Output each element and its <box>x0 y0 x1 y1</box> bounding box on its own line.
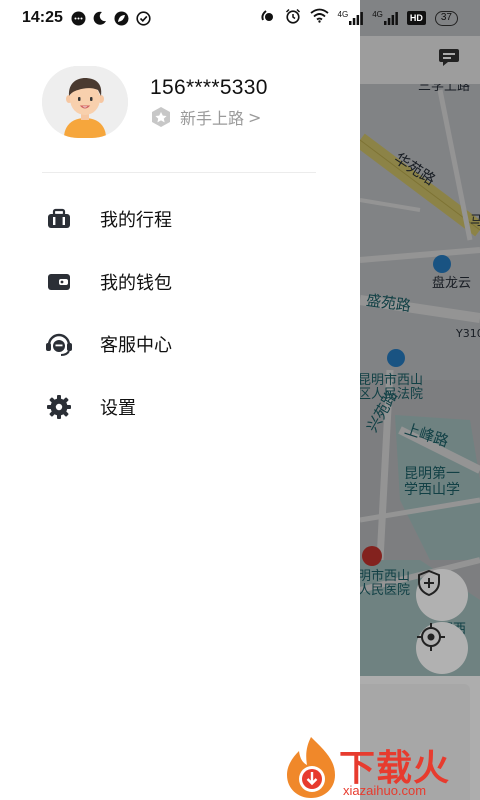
menu-label-wallet: 我的钱包 <box>100 272 172 294</box>
battery-indicator: 37 <box>434 10 458 26</box>
profile-divider <box>42 172 316 173</box>
gear-icon <box>44 392 74 422</box>
user-level-label: 新手上路 <box>180 109 245 128</box>
check-circle-icon <box>136 10 151 26</box>
watermark-url: xiazaihuo.com <box>343 783 427 798</box>
user-level[interactable]: 新手上路 > <box>150 106 261 128</box>
leaf-icon <box>114 11 129 26</box>
user-phone: 156****5330 <box>150 76 268 99</box>
headset-icon <box>44 329 74 359</box>
menu-item-settings[interactable]: 设置 <box>44 376 344 439</box>
status-bar: 14:25 4G 4G HD 37 <box>0 0 480 36</box>
signal-2-icon: 4G <box>372 11 398 25</box>
status-right-icons: 4G 4G HD 37 <box>260 0 458 36</box>
alarm-icon <box>285 8 301 29</box>
locate-button[interactable] <box>416 622 468 674</box>
status-time: 14:25 <box>22 9 63 26</box>
moon-icon <box>93 11 107 25</box>
avatar[interactable] <box>42 66 128 138</box>
signal-1-icon: 4G <box>338 11 364 25</box>
wifi-icon <box>309 8 329 28</box>
menu-item-trips[interactable]: 我的行程 <box>44 188 344 251</box>
drawer-menu: 我的行程 我的钱包 客服中心 设置 <box>44 188 344 438</box>
level-badge-icon <box>152 107 170 127</box>
chat-bubble-icon <box>71 11 86 26</box>
network-type-label-2: 4G <box>372 10 383 19</box>
suitcase-icon <box>44 204 74 234</box>
locate-icon <box>417 623 445 651</box>
nfc-icon <box>260 8 276 28</box>
flame-logo-icon <box>287 737 335 798</box>
menu-label-trips: 我的行程 <box>100 210 172 232</box>
menu-item-support[interactable]: 客服中心 <box>44 313 344 376</box>
watermark-logo: 下载火 xiazaihuo.com <box>283 735 480 800</box>
network-type-label-1: 4G <box>337 10 349 19</box>
hd-icon: HD <box>406 11 426 25</box>
menu-label-settings: 设置 <box>100 397 136 419</box>
side-drawer: 156****5330 新手上路 > 我的行程 我的钱包 客服中心 设置 <box>0 0 360 800</box>
user-profile[interactable]: 156****5330 新手上路 > <box>42 66 342 141</box>
avatar-illustration <box>42 66 128 138</box>
shield-plus-icon <box>418 569 440 597</box>
menu-label-support: 客服中心 <box>100 335 172 357</box>
menu-item-wallet[interactable]: 我的钱包 <box>44 251 344 314</box>
message-icon <box>439 49 459 66</box>
safety-button[interactable] <box>416 569 468 621</box>
message-button[interactable] <box>438 47 464 69</box>
wallet-icon <box>44 267 74 297</box>
chevron-right-icon: > <box>248 107 262 127</box>
